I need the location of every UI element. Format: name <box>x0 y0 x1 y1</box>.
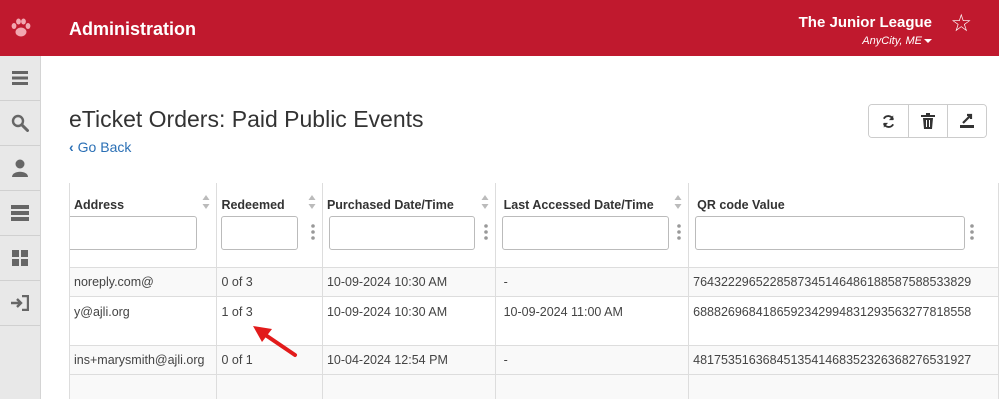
cell-purchased: 10-04-2024 12:54 PM <box>322 345 496 375</box>
export-button[interactable] <box>947 105 986 137</box>
grid-icon <box>12 250 28 266</box>
sort-icon[interactable] <box>481 194 489 210</box>
page-title: eTicket Orders: Paid Public Events <box>69 106 424 132</box>
column-label: Last Accessed Date/Time <box>503 198 654 212</box>
header-row: Address Redeemed Purchased Date/Time Las… <box>70 183 999 268</box>
cell-last-accessed: 10-09-2024 11:00 AM <box>495 296 690 346</box>
cell-last-accessed: - <box>495 267 690 297</box>
org-name[interactable]: The Junior League <box>799 14 932 31</box>
column-header-last-accessed[interactable]: Last Accessed Date/Time <box>495 183 690 268</box>
export-icon <box>960 113 974 128</box>
sidebar-item-grid[interactable] <box>0 236 40 281</box>
kebab-menu-icon[interactable] <box>970 223 974 241</box>
sidebar-item-menu[interactable] <box>0 56 40 101</box>
column-header-address[interactable]: Address <box>70 183 218 268</box>
go-back-label: Go Back <box>77 139 132 155</box>
org-location-label: AnyCity, ME <box>862 35 922 47</box>
paw-logo-icon[interactable] <box>0 0 41 56</box>
last-accessed-filter-input[interactable] <box>501 216 669 250</box>
orders-grid: Address Redeemed Purchased Date/Time Las… <box>69 183 999 399</box>
app-title: Administration <box>69 19 197 39</box>
menu-icon <box>12 71 28 85</box>
delete-button[interactable] <box>908 105 947 137</box>
sidebar-item-sign-in[interactable] <box>0 281 40 326</box>
refresh-button[interactable] <box>869 105 908 137</box>
column-label: Purchased Date/Time <box>326 198 454 212</box>
table-row[interactable]: ins+marysmith@ajli.org 0 of 1 10-04-2024… <box>70 345 999 375</box>
column-label: Redeemed <box>221 198 285 212</box>
address-filter-input[interactable] <box>70 216 197 250</box>
column-header-qr-code[interactable]: QR code Value <box>688 183 999 268</box>
sidebar-item-server[interactable] <box>0 191 40 236</box>
org-location-dropdown[interactable]: AnyCity, ME <box>862 35 932 47</box>
cell-qr-code: 4817535163684513541468352326368276531927 <box>688 345 999 375</box>
annotation-arrow-icon <box>253 326 297 357</box>
cell-redeemed: 0 of 3 <box>216 267 323 297</box>
sort-icon[interactable] <box>674 194 682 210</box>
table-row[interactable]: y@ajli.org 1 of 3 10-09-2024 10:30 AM 10… <box>70 296 999 346</box>
sort-icon[interactable] <box>202 194 210 210</box>
redeemed-filter-input[interactable] <box>221 216 299 250</box>
sidebar-item-user[interactable] <box>0 146 40 191</box>
sidebar <box>0 56 41 399</box>
cell-purchased: 10-09-2024 10:30 AM <box>322 296 496 346</box>
kebab-menu-icon[interactable] <box>677 223 681 241</box>
cell-address: y@ajli.org <box>70 296 218 346</box>
sidebar-item-search[interactable] <box>0 101 40 146</box>
cell-purchased: 10-09-2024 10:30 AM <box>322 267 496 297</box>
kebab-menu-icon[interactable] <box>311 223 315 241</box>
cell-address: ins+marysmith@ajli.org <box>70 345 218 375</box>
cell-qr-code: 6888269684186592342994831293563277818558 <box>688 296 999 346</box>
user-icon <box>12 159 28 177</box>
column-label: Address <box>74 198 125 212</box>
purchased-filter-input[interactable] <box>328 216 475 250</box>
server-icon <box>11 205 29 221</box>
search-icon <box>11 114 29 132</box>
top-bar: Administration The Junior League AnyCity… <box>0 0 999 56</box>
table-row[interactable]: @noreply.com 0 of 3 10-09-2024 10:30 AM … <box>70 267 999 297</box>
column-label: QR code Value <box>697 198 785 212</box>
toolbar <box>868 104 987 138</box>
kebab-menu-icon[interactable] <box>483 223 488 241</box>
star-icon[interactable]: ☆ <box>950 12 972 36</box>
cell-address: @noreply.com <box>70 267 218 297</box>
cell-last-accessed: - <box>495 345 690 375</box>
sign-in-icon <box>11 295 29 311</box>
column-header-purchased[interactable]: Purchased Date/Time <box>322 183 496 268</box>
table-row[interactable] <box>70 374 999 399</box>
caret-down-icon <box>924 39 932 44</box>
go-back-link[interactable]: ‹ Go Back <box>69 139 131 155</box>
orders-table: Address Redeemed Purchased Date/Time Las… <box>70 183 999 399</box>
refresh-icon <box>882 114 895 128</box>
trash-icon <box>921 113 935 129</box>
qr-code-filter-input[interactable] <box>695 216 966 250</box>
column-header-redeemed[interactable]: Redeemed <box>216 183 323 268</box>
chevron-left-icon: ‹ <box>69 139 74 155</box>
sort-icon[interactable] <box>308 194 316 210</box>
cell-qr-code: 7643222965228587345146486188587588533829 <box>688 267 999 297</box>
